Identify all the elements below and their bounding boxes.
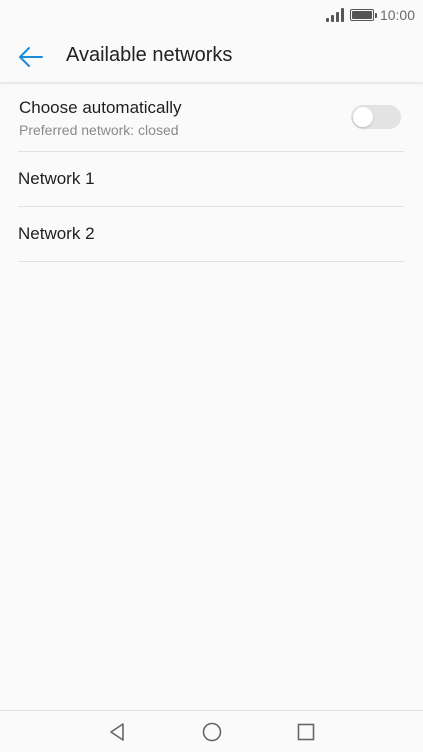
choose-automatically-row[interactable]: Choose automatically Preferred network: …	[18, 96, 404, 152]
navigation-bar	[0, 710, 423, 752]
app-bar: Available networks	[0, 30, 423, 82]
status-bar: 10:00	[0, 0, 423, 30]
back-triangle-icon	[110, 723, 124, 741]
network-row-2[interactable]: Network 2	[18, 207, 404, 262]
network-list: Choose automatically Preferred network: …	[18, 96, 404, 262]
back-button[interactable]	[14, 40, 48, 74]
status-icons: 10:00	[325, 5, 415, 25]
signal-icon	[325, 8, 344, 22]
home-circle-icon	[202, 722, 222, 742]
battery-icon	[349, 9, 377, 21]
network-label: Network 2	[18, 224, 95, 243]
choose-automatically-label: Choose automatically	[19, 98, 182, 117]
nav-back-button[interactable]	[106, 720, 130, 744]
recents-square-icon	[297, 723, 315, 741]
choose-automatically-toggle[interactable]	[351, 105, 401, 129]
preferred-network-status: Preferred network: closed	[19, 122, 179, 138]
network-row-1[interactable]: Network 1	[18, 152, 404, 207]
arrow-left-icon	[19, 47, 43, 67]
nav-home-button[interactable]	[200, 720, 224, 744]
toggle-knob	[353, 107, 373, 127]
nav-recents-button[interactable]	[294, 720, 318, 744]
network-label: Network 1	[18, 169, 95, 188]
status-time: 10:00	[379, 7, 415, 23]
page-title: Available networks	[66, 44, 233, 66]
